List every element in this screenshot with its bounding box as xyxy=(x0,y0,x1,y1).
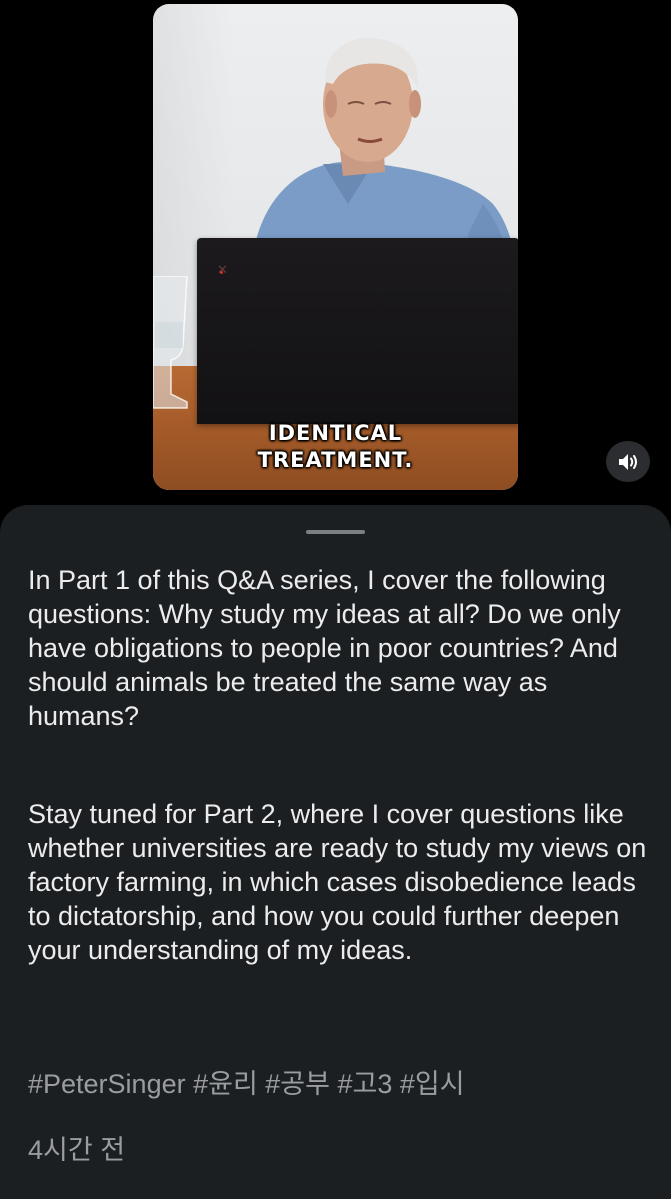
volume-button[interactable] xyxy=(606,441,650,482)
water-glass xyxy=(153,276,188,409)
laptop-logo: ✕ xyxy=(217,262,229,277)
description-sheet[interactable]: In Part 1 of this Q&A series, I cover th… xyxy=(0,505,671,1199)
speaker-volume-icon xyxy=(619,453,637,470)
sheet-drag-handle[interactable] xyxy=(306,530,365,534)
caption-line-2: TREATMENT. xyxy=(257,448,414,472)
video-caption: IDENTICAL TREATMENT. xyxy=(153,420,518,474)
laptop-indicator xyxy=(220,271,223,274)
screen: ✕ IDENTICAL TREATMENT. In Part 1 of this… xyxy=(0,0,671,1199)
laptop: ✕ xyxy=(197,238,518,424)
description-paragraph-1: In Part 1 of this Q&A series, I cover th… xyxy=(28,565,621,731)
post-timestamp: 4시간 전 xyxy=(28,1135,126,1165)
video-player[interactable]: ✕ IDENTICAL TREATMENT. xyxy=(153,4,518,490)
hashtags[interactable]: #PeterSinger #윤리 #공부 #고3 #입시 xyxy=(28,1067,465,1101)
caption-line-1: IDENTICAL xyxy=(268,421,403,445)
description-paragraph-2: Stay tuned for Part 2, where I cover que… xyxy=(28,799,647,965)
